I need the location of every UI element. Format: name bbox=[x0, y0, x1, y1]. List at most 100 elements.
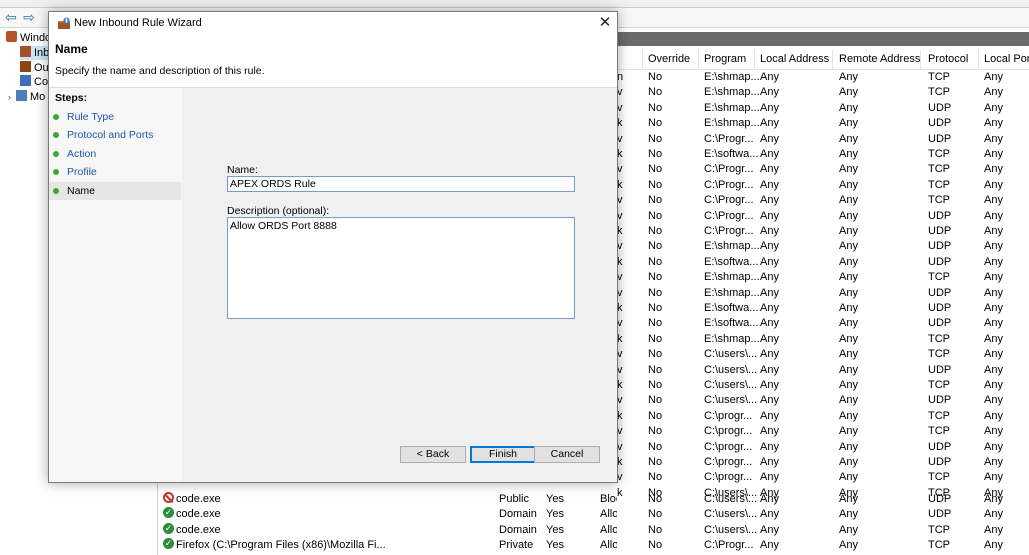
table-row[interactable]: v No C:\users\... Any Any UDP Any bbox=[617, 363, 1029, 378]
table-row[interactable]: k No C:\Progr... Any Any UDP Any bbox=[617, 224, 1029, 239]
table-row[interactable]: v No C:\Progr... Any Any TCP Any bbox=[617, 193, 1029, 208]
cell-name: code.exe bbox=[176, 508, 221, 521]
table-row[interactable]: v No E:\shmap... Any Any TCP Any bbox=[617, 270, 1029, 285]
column-header-protocol[interactable]: Protocol bbox=[928, 53, 968, 65]
cell-override: No bbox=[648, 163, 663, 176]
column-header-override[interactable]: Override bbox=[648, 53, 690, 65]
cell-remote-address: Any bbox=[839, 456, 858, 468]
cell-remote-address: Any bbox=[839, 178, 858, 191]
table-row[interactable]: k No E:\shmap... Any Any TCP Any bbox=[617, 332, 1029, 347]
table-row-right[interactable]: No C:\Progr... Any Any TCP Any bbox=[617, 538, 1029, 553]
column-header-program[interactable]: Program bbox=[704, 53, 746, 65]
table-row[interactable]: ✓code.exe Domain Yes Allow bbox=[158, 522, 617, 538]
table-row[interactable]: v No C:\progr... Any Any TCP Any bbox=[617, 470, 1029, 485]
table-row-right[interactable]: No C:\users\... Any Any UDP Any bbox=[617, 507, 1029, 522]
table-row[interactable]: ✓code.exe Domain Yes Allow bbox=[158, 507, 617, 522]
table-row[interactable]: k No C:\progr... Any Any UDP Any bbox=[617, 455, 1029, 470]
table-row[interactable]: k No C:\Progr... Any Any TCP Any bbox=[617, 178, 1029, 193]
cell-local-address: Any bbox=[760, 348, 779, 361]
arrow-left-icon[interactable]: ⇦ bbox=[3, 9, 19, 25]
table-row[interactable]: k No C:\progr... Any Any TCP Any bbox=[617, 409, 1029, 424]
tree-item-outbound[interactable]: Ou bbox=[20, 61, 49, 75]
cell-local-address: Any bbox=[760, 148, 779, 160]
column-separator[interactable] bbox=[920, 50, 921, 70]
column-separator[interactable] bbox=[642, 50, 643, 70]
cell-remote-address: Any bbox=[839, 471, 858, 484]
table-row[interactable]: ✓ Firefox (C:\Program Files (x86)\Mozilla… bbox=[158, 538, 617, 553]
column-separator[interactable] bbox=[832, 50, 833, 70]
table-row[interactable]: v No E:\shmap... Any Any UDP Any bbox=[617, 101, 1029, 116]
table-row-right[interactable]: No C:\users\... Any Any UDP Any bbox=[617, 492, 1029, 507]
cell-local-port: Any bbox=[984, 225, 1003, 237]
cell-local-port: Any bbox=[984, 271, 1003, 284]
cell-protocol: UDP bbox=[928, 456, 952, 468]
table-row[interactable]: v No C:\Progr... Any Any TCP Any bbox=[617, 162, 1029, 177]
tree-item-firewall[interactable]: Windo bbox=[6, 31, 51, 45]
expand-arrow-icon[interactable]: › bbox=[8, 90, 16, 104]
column-header-local-port[interactable]: Local Port bbox=[984, 53, 1029, 65]
cell-profile: Domain bbox=[499, 508, 537, 521]
table-row[interactable]: v No C:\Progr... Any Any UDP Any bbox=[617, 132, 1029, 147]
cell-local-port: Any bbox=[984, 194, 1003, 207]
cell-protocol: TCP bbox=[928, 425, 950, 438]
cell-override: No bbox=[648, 456, 663, 468]
cell-protocol: TCP bbox=[928, 86, 950, 99]
table-row[interactable]: k No C:\users\... Any Any TCP Any bbox=[617, 378, 1029, 393]
tree-item-monitoring[interactable]: › Mo bbox=[8, 90, 45, 104]
table-row[interactable]: k No E:\softwa... Any Any UDP Any bbox=[617, 255, 1029, 270]
step-rule-type[interactable]: Rule Type bbox=[49, 108, 181, 126]
finish-button[interactable]: Finish bbox=[470, 446, 536, 463]
table-row[interactable]: v No C:\Progr... Any Any UDP Any bbox=[617, 209, 1029, 224]
cell-protocol: TCP bbox=[928, 148, 950, 160]
cell-local-address: Any bbox=[760, 394, 779, 407]
tree-item-connection-security[interactable]: Co bbox=[20, 75, 48, 89]
column-header-remote-address[interactable]: Remote Address bbox=[839, 53, 920, 65]
cell-remote-address: Any bbox=[839, 132, 858, 145]
table-row[interactable]: v No C:\users\... Any Any TCP Any bbox=[617, 347, 1029, 362]
rule-description-input[interactable]: Allow ORDS Port 8888 bbox=[227, 217, 575, 319]
table-row[interactable]: code.exe Public Yes Block bbox=[158, 492, 617, 507]
cell-program: E:\shmap... bbox=[704, 117, 760, 130]
table-row[interactable]: v No E:\softwa... Any Any UDP Any bbox=[617, 316, 1029, 331]
step-protocol-and-ports[interactable]: Protocol and Ports bbox=[49, 126, 181, 144]
step-name[interactable]: Name bbox=[49, 182, 181, 200]
column-separator[interactable] bbox=[754, 50, 755, 70]
cell-enabled: Yes bbox=[546, 523, 564, 536]
wizard-titlebar[interactable]: New Inbound Rule Wizard ✕ bbox=[49, 12, 617, 36]
cell-protocol: UDP bbox=[928, 132, 952, 145]
column-separator[interactable] bbox=[698, 50, 699, 70]
table-row[interactable]: k No E:\softwa... Any Any TCP Any bbox=[617, 147, 1029, 162]
table-row[interactable]: k No E:\softwa... Any Any UDP Any bbox=[617, 301, 1029, 316]
wizard-header: Name Specify the name and description of… bbox=[49, 36, 617, 88]
window-top-strip bbox=[0, 0, 1029, 8]
cell-protocol: UDP bbox=[928, 209, 952, 222]
table-row-right[interactable]: No C:\users\... Any Any TCP Any bbox=[617, 523, 1029, 538]
table-row[interactable]: n No E:\shmap... Any Any TCP Any bbox=[617, 70, 1029, 85]
table-row[interactable]: k No E:\shmap... Any Any UDP Any bbox=[617, 116, 1029, 131]
column-header-local-address[interactable]: Local Address bbox=[760, 53, 829, 65]
table-row[interactable]: v No C:\progr... Any Any TCP Any bbox=[617, 424, 1029, 439]
tree-item-inbound[interactable]: Inb bbox=[20, 46, 50, 60]
cell-protocol: UDP bbox=[928, 286, 952, 299]
step-action[interactable]: Action bbox=[49, 145, 181, 163]
table-row[interactable]: v No C:\users\... Any Any UDP Any bbox=[617, 393, 1029, 408]
column-separator[interactable] bbox=[978, 50, 979, 70]
table-row[interactable]: v No E:\shmap... Any Any TCP Any bbox=[617, 85, 1029, 100]
table-row[interactable]: v No E:\shmap... Any Any UDP Any bbox=[617, 286, 1029, 301]
cell-profile: Private bbox=[499, 539, 534, 552]
arrow-right-icon[interactable]: ⇨ bbox=[21, 9, 37, 25]
table-row[interactable]: v No C:\progr... Any Any UDP Any bbox=[617, 440, 1029, 455]
cancel-button[interactable]: Cancel bbox=[534, 446, 600, 463]
connection-security-icon bbox=[20, 75, 31, 86]
close-icon[interactable]: ✕ bbox=[597, 15, 613, 31]
cell-local-address: Any bbox=[760, 379, 779, 391]
cell-protocol: TCP bbox=[928, 379, 950, 391]
cell-program: C:\progr... bbox=[704, 440, 753, 453]
cell-remote-address: Any bbox=[839, 163, 858, 176]
step-profile[interactable]: Profile bbox=[49, 163, 181, 181]
cell-program: E:\softwa... bbox=[704, 255, 759, 268]
back-button[interactable]: < Back bbox=[400, 446, 466, 463]
cell-remote-address: Any bbox=[839, 440, 858, 453]
table-row[interactable]: v No E:\shmap... Any Any UDP Any bbox=[617, 239, 1029, 254]
rule-name-input[interactable] bbox=[227, 176, 575, 192]
